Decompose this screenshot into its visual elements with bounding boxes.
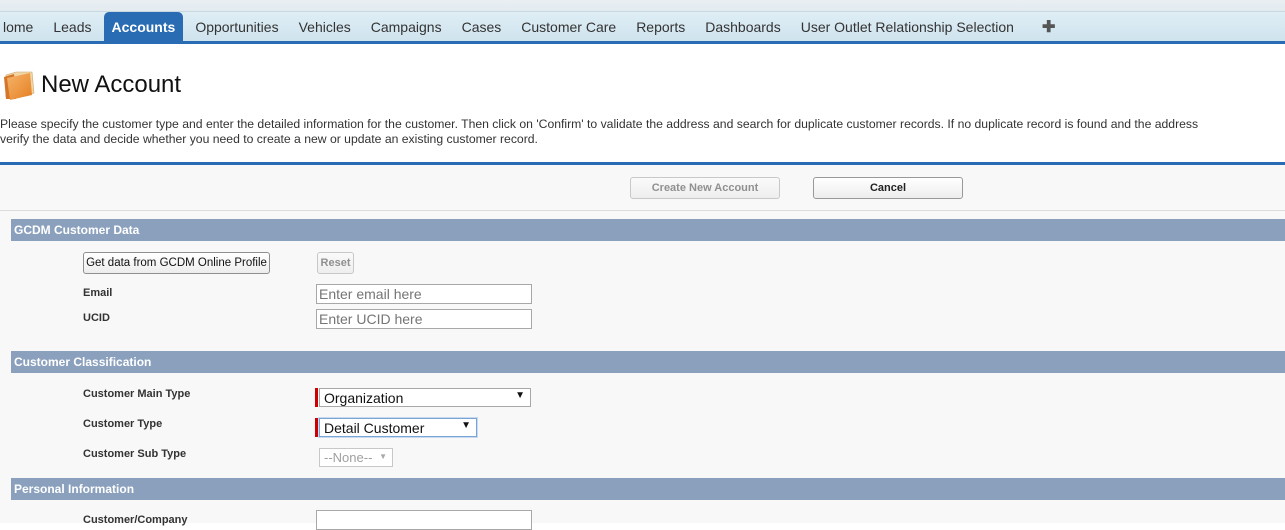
ucid-input[interactable] xyxy=(316,309,532,329)
customer-company-label: Customer/Company xyxy=(83,514,188,526)
section-header-customer-classification: Customer Classification xyxy=(11,351,1285,373)
new-account-form: Create New Account Cancel GCDM Customer … xyxy=(0,165,1285,530)
dropdown-arrow-icon: ▼ xyxy=(461,420,471,431)
tab-accounts[interactable]: Accounts xyxy=(103,12,184,41)
dropdown-arrow-icon: ▼ xyxy=(379,452,387,461)
customer-type-label: Customer Type xyxy=(83,418,163,430)
page-header: New Account Please specify the customer … xyxy=(0,47,1285,163)
section-header-gcdm-customer-data: GCDM Customer Data xyxy=(11,219,1285,241)
reset-button[interactable]: Reset xyxy=(317,252,354,274)
customer-main-type-label: Customer Main Type xyxy=(83,388,191,400)
email-input[interactable] xyxy=(316,284,532,304)
create-new-account-button[interactable]: Create New Account xyxy=(630,177,780,199)
tab-campaigns[interactable]: Campaigns xyxy=(361,12,452,41)
cancel-button[interactable]: Cancel xyxy=(813,177,963,199)
tab-home[interactable]: lome xyxy=(0,12,43,41)
folder-icon xyxy=(4,71,35,100)
get-gcdm-data-button[interactable]: Get data from GCDM Online Profile xyxy=(83,252,270,274)
customer-type-value: Detail Customer xyxy=(324,419,425,436)
intro-line-1: Please specify the customer type and ent… xyxy=(0,117,1199,131)
tab-dashboards[interactable]: Dashboards xyxy=(695,12,791,41)
tab-reports[interactable]: Reports xyxy=(626,12,695,41)
tab-cases[interactable]: Cases xyxy=(452,12,512,41)
intro-text: Please specify the customer type and ent… xyxy=(0,117,1285,147)
page-title: New Account xyxy=(41,71,182,98)
customer-type-select[interactable]: Detail Customer ▼ xyxy=(319,418,477,437)
tab-user-outlet-relationship-selection[interactable]: User Outlet Relationship Selection xyxy=(791,12,1024,41)
customer-main-type-value: Organization xyxy=(324,389,404,406)
customer-company-input[interactable] xyxy=(316,510,532,530)
action-button-row: Create New Account Cancel xyxy=(0,165,1285,211)
email-label: Email xyxy=(83,287,113,299)
app-tab-bar: lome Leads Accounts Opportunities Vehicl… xyxy=(0,0,1285,44)
customer-sub-type-value: --None-- xyxy=(324,450,373,465)
tab-vehicles[interactable]: Vehicles xyxy=(289,12,361,41)
customer-main-type-select[interactable]: Organization ▼ xyxy=(319,388,531,407)
required-indicator xyxy=(315,418,318,437)
customer-sub-type-select[interactable]: --None-- ▼ xyxy=(319,448,393,467)
ucid-label: UCID xyxy=(83,312,110,324)
add-tab-plus-icon[interactable]: ✚ xyxy=(1024,12,1067,41)
intro-line-2: verify the data and decide whether you n… xyxy=(0,132,538,146)
tab-customer-care[interactable]: Customer Care xyxy=(511,12,626,41)
required-indicator xyxy=(315,388,318,407)
dropdown-arrow-icon: ▼ xyxy=(515,390,525,401)
section-header-personal-information: Personal Information xyxy=(11,478,1285,500)
customer-sub-type-label: Customer Sub Type xyxy=(83,448,187,460)
tab-list: lome Leads Accounts Opportunities Vehicl… xyxy=(0,12,1067,41)
tab-opportunities[interactable]: Opportunities xyxy=(185,12,288,41)
tab-leads[interactable]: Leads xyxy=(43,12,101,41)
